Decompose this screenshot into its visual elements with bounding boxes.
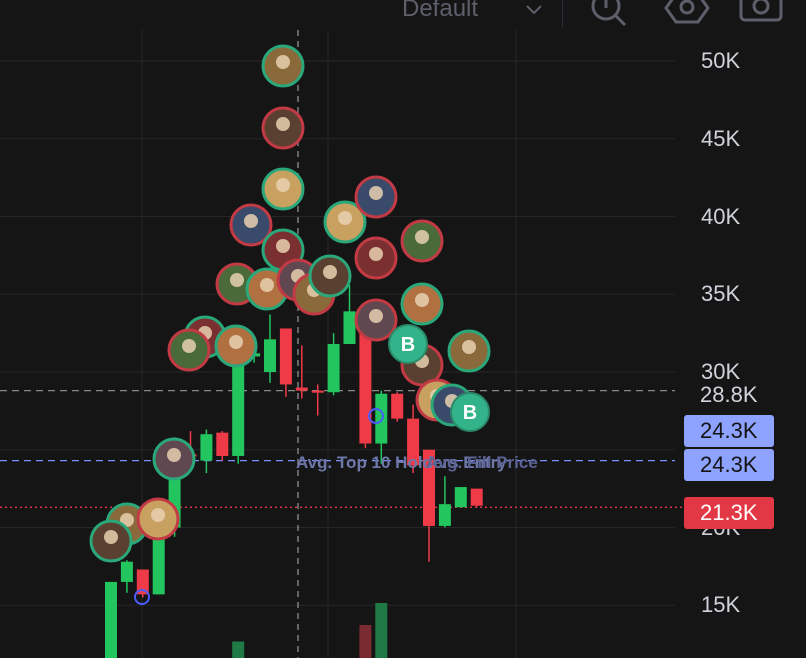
candle — [105, 581, 117, 658]
avatar-face — [323, 265, 337, 279]
avatar-face — [229, 335, 243, 349]
trader-avatar-icon — [214, 324, 258, 368]
volume-bar — [232, 641, 245, 658]
trader-avatar-icon — [261, 106, 305, 150]
price-chart[interactable]: BB — [0, 0, 806, 658]
candle-body — [279, 328, 292, 385]
avatar-face — [369, 309, 383, 323]
trader-avatar-icon — [261, 44, 305, 88]
price-tick-label: 15K — [701, 592, 741, 618]
candle-body — [311, 390, 324, 393]
avatar-face — [230, 273, 244, 287]
avg-fill-price-tag: 24.3K — [684, 449, 774, 481]
current-price-tag: 21.3K — [684, 497, 774, 529]
trader-avatar-icon — [354, 298, 398, 342]
avatar-face — [260, 278, 274, 292]
candle-body — [264, 339, 276, 372]
avatar-face — [182, 339, 196, 353]
trader-avatar-icon — [354, 236, 398, 280]
candle — [120, 560, 133, 593]
candle — [279, 328, 292, 397]
candle-body — [120, 561, 133, 582]
candle — [327, 333, 340, 396]
candle — [438, 476, 451, 528]
top-price-tag: 28.8K — [700, 382, 758, 407]
trader-avatar-icon — [167, 328, 211, 372]
candle-body — [343, 311, 356, 345]
avatar-face — [151, 508, 165, 522]
avatar-face — [338, 211, 352, 225]
candle — [264, 314, 276, 383]
volume-bar — [375, 603, 388, 658]
avatar-face — [369, 247, 383, 261]
avg-entry-price-tag: 24.3K — [684, 415, 774, 447]
chart-grid — [0, 30, 675, 658]
avatar-face — [369, 186, 383, 200]
candle — [311, 384, 324, 416]
trader-avatar-icon — [89, 519, 133, 563]
reference-lines — [0, 390, 684, 508]
avatar-face — [167, 448, 181, 462]
volume-bars — [232, 603, 388, 658]
trader-avatar-icon — [152, 437, 196, 481]
buy-badge-label: B — [463, 402, 477, 424]
trader-avatar-icon — [261, 167, 305, 211]
price-tick-label: 45K — [701, 125, 741, 151]
price-tick-label: 40K — [701, 203, 741, 229]
volume-bar — [359, 625, 372, 658]
avatar-face — [104, 530, 118, 544]
candle — [391, 392, 404, 422]
candle-body — [375, 393, 388, 444]
buy-badge-label: B — [401, 334, 415, 356]
avatar-face — [415, 293, 429, 307]
candle-body — [105, 581, 117, 658]
candle — [216, 431, 229, 461]
trader-avatar-icon — [447, 329, 491, 373]
candle-body — [438, 504, 451, 526]
avatar-face — [276, 239, 290, 253]
price-tick-label: 50K — [701, 48, 741, 73]
trader-avatar-icon — [308, 254, 352, 298]
candle — [470, 488, 483, 508]
candle — [200, 429, 213, 474]
avatar-face — [276, 55, 290, 69]
trader-avatar-icon — [354, 175, 398, 219]
trader-avatar-icon — [136, 497, 180, 541]
candle-body — [470, 488, 483, 506]
candle-body — [216, 432, 229, 456]
avatar-face — [276, 117, 290, 131]
candle-body — [391, 393, 404, 419]
avg-fill-price-label: Avg. Fill Price — [426, 453, 538, 472]
candle-body — [327, 344, 340, 393]
buy-badge: B — [388, 324, 428, 364]
candle — [454, 487, 467, 508]
candle-body — [200, 434, 213, 461]
trader-avatar-icon — [400, 282, 444, 326]
avatar-face — [244, 214, 258, 228]
avatar-face — [276, 178, 290, 192]
avatar-face — [415, 230, 429, 244]
candle-body — [295, 387, 308, 391]
avatar-face — [462, 340, 476, 354]
price-tick-label: 35K — [701, 281, 741, 307]
trader-avatar-icon — [400, 219, 444, 263]
candle-body — [454, 487, 467, 508]
buy-badge: B — [450, 392, 490, 432]
